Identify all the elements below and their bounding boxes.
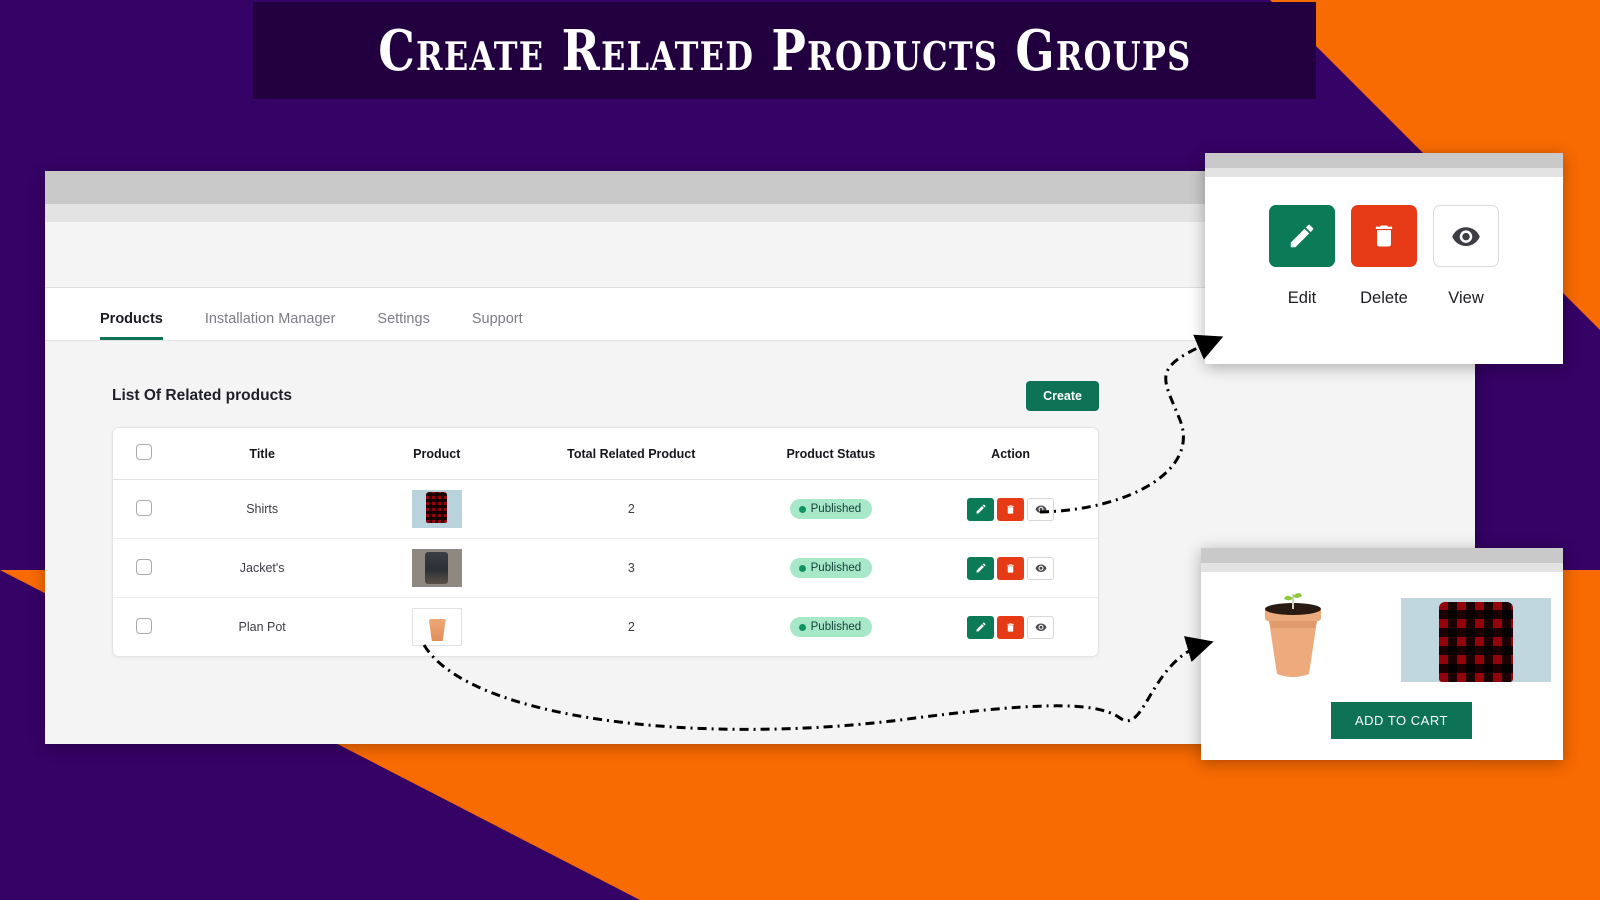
row-total-related: 3	[524, 539, 739, 598]
edit-icon[interactable]	[967, 556, 995, 580]
callout-panel-actions: Edit Delete View	[1205, 153, 1563, 364]
row-select-cell	[113, 598, 175, 656]
table-header-row: Title Product Total Related Product Prod…	[113, 428, 1098, 480]
row-select-cell	[113, 539, 175, 598]
tab-settings[interactable]: Settings	[377, 311, 429, 340]
edit-label: Edit	[1287, 289, 1317, 307]
callout-action-buttons	[1205, 205, 1563, 267]
tab-support[interactable]: Support	[472, 311, 523, 340]
list-title: List Of Related products	[112, 387, 292, 404]
row-status-cell: Published	[739, 598, 924, 656]
tab-installation-manager[interactable]: Installation Manager	[205, 311, 336, 340]
header-product: Product	[349, 428, 525, 480]
status-badge: Published	[789, 558, 873, 578]
row-action-cell	[923, 539, 1098, 598]
table-head: Title Product Total Related Product Prod…	[113, 428, 1098, 480]
jacket-thumbnail	[411, 549, 462, 587]
delete-icon[interactable]	[997, 497, 1025, 521]
shirt-thumbnail	[411, 490, 462, 528]
row-select-cell	[113, 480, 175, 539]
view-icon[interactable]	[1027, 556, 1055, 580]
row-action-cell	[923, 480, 1098, 539]
row-title: Jacket's	[174, 539, 350, 598]
list-header-row: List Of Related products Create	[112, 381, 1099, 411]
view-label: View	[1448, 289, 1484, 307]
callout-panel-preview: ADD TO CART	[1201, 548, 1563, 760]
status-dot-icon	[798, 564, 806, 572]
row-checkbox[interactable]	[135, 558, 152, 575]
callout-chrome-toolbar	[1201, 563, 1563, 572]
delete-icon[interactable]	[997, 615, 1025, 639]
status-badge: Published	[789, 617, 873, 637]
pencil-icon[interactable]	[1269, 205, 1335, 267]
add-to-cart-button[interactable]: ADD TO CART	[1331, 702, 1472, 739]
table-body: Shirts 2 Published Jacket's 3 Published …	[113, 480, 1098, 656]
status-label: Published	[810, 621, 862, 633]
table-row: Jacket's 3 Published	[113, 539, 1098, 598]
callout-action-labels: Edit Delete View	[1205, 289, 1563, 308]
title-banner: Create Related Products Groups	[253, 2, 1316, 99]
header-select-all	[113, 428, 175, 480]
row-total-related: 2	[524, 480, 739, 539]
row-product-cell	[349, 598, 524, 656]
plant-pot-thumbnail	[411, 608, 462, 646]
callout-chrome-titlebar	[1201, 548, 1563, 563]
row-checkbox[interactable]	[135, 499, 152, 516]
callout-preview-body: ADD TO CART	[1201, 572, 1563, 760]
view-icon[interactable]	[1027, 615, 1055, 639]
edit-icon[interactable]	[967, 615, 995, 639]
select-all-checkbox[interactable]	[135, 444, 152, 460]
row-product-cell	[349, 539, 525, 598]
header-action: Action	[923, 428, 1098, 480]
table-row: Plan Pot 2 Published	[113, 598, 1098, 656]
eye-icon[interactable]	[1433, 205, 1499, 267]
header-title: Title	[174, 428, 350, 480]
row-checkbox[interactable]	[135, 617, 152, 634]
table-row: Shirts 2 Published	[113, 480, 1098, 539]
status-label: Published	[810, 562, 862, 574]
callout-actions-body: Edit Delete View	[1205, 177, 1563, 308]
plaid-shirt-image	[1401, 598, 1551, 682]
view-icon[interactable]	[1027, 497, 1055, 521]
screenshot-stage: Create Related Products Groups Products …	[0, 0, 1600, 900]
create-button[interactable]: Create	[1026, 381, 1099, 411]
page-title: Create Related Products Groups	[377, 17, 1192, 84]
row-status-cell: Published	[738, 539, 924, 598]
row-product-cell	[349, 480, 525, 539]
row-title: Shirts	[174, 480, 350, 539]
action-button-group	[967, 556, 1055, 580]
callout-chrome-titlebar	[1205, 153, 1563, 168]
related-products-table: Title Product Total Related Product Prod…	[112, 427, 1099, 657]
callout-chrome-toolbar	[1205, 168, 1563, 177]
status-label: Published	[810, 503, 862, 515]
row-action-cell	[923, 598, 1098, 656]
tab-products[interactable]: Products	[100, 311, 163, 340]
plant-pot-image	[1265, 593, 1321, 677]
trash-icon[interactable]	[1351, 205, 1417, 267]
row-total-related: 2	[627, 620, 635, 634]
delete-label: Delete	[1360, 289, 1408, 307]
header-total-related-product: Total Related Product	[524, 428, 739, 480]
edit-icon[interactable]	[967, 497, 995, 521]
status-dot-icon	[798, 505, 806, 513]
header-product-status: Product Status	[738, 428, 924, 480]
action-button-group	[967, 497, 1055, 521]
status-badge: Published	[789, 499, 873, 519]
delete-icon[interactable]	[997, 556, 1025, 580]
row-title: Plan Pot	[238, 620, 286, 634]
status-dot-icon	[798, 623, 806, 631]
action-button-group	[967, 615, 1055, 639]
row-status-cell: Published	[738, 480, 924, 539]
